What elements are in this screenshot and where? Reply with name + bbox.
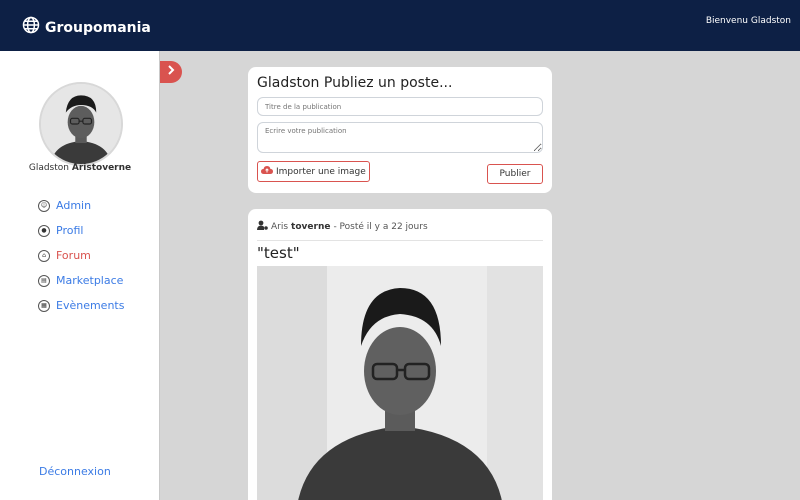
user-full-name: Gladston Aristoverne — [0, 163, 160, 173]
sidebar-item-admin[interactable]: ☺ Admin — [38, 193, 124, 218]
top-navbar: Groupomania Bienvenu Gladston — [0, 0, 800, 51]
calendar-icon: ▦ — [38, 299, 50, 312]
divider — [257, 240, 543, 241]
welcome-text: Bienvenu Gladston — [705, 16, 791, 26]
globe-icon — [22, 16, 40, 39]
sidebar: Gladston Aristoverne ☺ Admin ● Profil ⌂ … — [0, 51, 160, 500]
logout-link[interactable]: Déconnexion — [39, 465, 111, 478]
user-last-name: Aristoverne — [71, 163, 132, 173]
post-author-last[interactable]: toverne — [291, 222, 330, 232]
brand-logo[interactable]: Groupomania — [22, 16, 151, 39]
sidebar-item-forum[interactable]: ⌂ Forum — [38, 243, 124, 268]
user-settings-icon — [257, 220, 268, 233]
post-date: - Posté il y a 22 jours — [333, 221, 428, 232]
admin-icon: ☺ — [38, 199, 50, 212]
avatar — [39, 82, 123, 166]
publish-button[interactable]: Publier — [487, 164, 543, 184]
chevron-right-icon — [165, 63, 177, 81]
sidebar-item-label: Evènements — [56, 299, 125, 312]
sidebar-item-profil[interactable]: ● Profil — [38, 218, 124, 243]
import-image-label: Importer une image — [276, 166, 366, 177]
brand-name: Groupomania — [45, 19, 151, 36]
post-author-first: Aris — [271, 221, 289, 232]
user-first-name: Gladston — [28, 163, 69, 173]
profile-icon: ● — [38, 224, 50, 237]
compose-title: Gladston Publiez un poste... — [257, 75, 453, 91]
sidebar-item-label: Admin — [56, 199, 92, 212]
post-meta: Aris toverne - Posté il y a 22 jours — [257, 220, 428, 233]
post-title-input[interactable] — [257, 97, 543, 116]
sidebar-item-label: Profil — [56, 224, 84, 237]
sidebar-item-evenements[interactable]: ▦ Evènements — [38, 293, 124, 318]
sidebar-item-label: Forum — [56, 249, 91, 262]
post-body-textarea[interactable] — [257, 122, 543, 153]
cloud-upload-icon — [261, 165, 273, 178]
sidebar-item-marketplace[interactable]: ▤ Marketplace — [38, 268, 124, 293]
store-icon: ▤ — [38, 274, 50, 287]
sidebar-toggle-button[interactable] — [160, 61, 182, 83]
import-image-button[interactable]: Importer une image — [257, 161, 370, 182]
post-image — [257, 266, 543, 500]
sidebar-item-label: Marketplace — [56, 274, 124, 287]
home-icon: ⌂ — [38, 249, 50, 262]
post-card: Aris toverne - Posté il y a 22 jours "te… — [248, 209, 552, 500]
compose-card: Gladston Publiez un poste... Importer un… — [248, 67, 552, 193]
sidebar-nav: ☺ Admin ● Profil ⌂ Forum ▤ Marketplace ▦… — [38, 193, 124, 318]
post-title: "test" — [257, 244, 300, 262]
